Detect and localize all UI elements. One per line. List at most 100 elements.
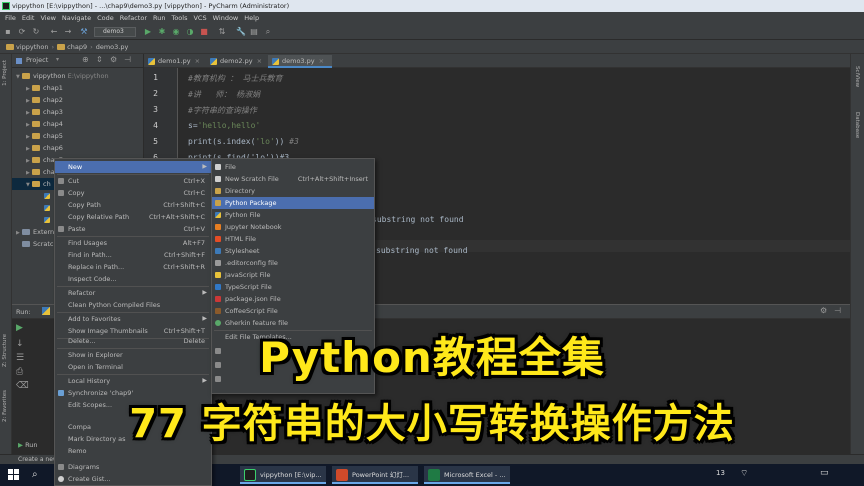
menu-item-copy[interactable]: Copy Ctrl+C xyxy=(55,187,211,199)
windows-start-icon[interactable] xyxy=(8,469,19,480)
breadcrumb-item-project[interactable]: vippython xyxy=(16,43,49,51)
run-icon[interactable]: ▶ xyxy=(144,28,152,36)
run-config-selector[interactable]: demo3 xyxy=(94,27,136,37)
tool-window-project[interactable]: 1: Project xyxy=(2,60,8,86)
structure-icon[interactable]: ▤ xyxy=(250,28,258,36)
breadcrumb-item-chap9[interactable]: chap9 xyxy=(67,43,87,51)
typescript-icon xyxy=(215,284,221,290)
submenu-item-python-file[interactable]: Python File xyxy=(212,209,374,221)
submenu-item-file[interactable]: File xyxy=(212,161,374,173)
tree-item-chap5[interactable]: ▶ chap5 xyxy=(12,130,144,142)
breadcrumb-item-file[interactable]: demo3.py xyxy=(96,43,129,51)
sync-icon[interactable]: ⟳ xyxy=(18,28,26,36)
menu-file[interactable]: File xyxy=(2,14,19,22)
debug-icon[interactable]: ✱ xyxy=(158,28,166,36)
menu-help[interactable]: Help xyxy=(241,14,262,22)
project-view-selector[interactable]: Project xyxy=(26,56,48,64)
menu-window[interactable]: Window xyxy=(210,14,242,22)
notification-icon[interactable]: ▭ xyxy=(820,468,829,478)
coverage-icon[interactable]: ◉ xyxy=(172,28,180,36)
menu-item-find-in-path[interactable]: Find in Path... Ctrl+Shift+F xyxy=(55,249,211,261)
tab-demo2[interactable]: demo2.py × xyxy=(206,55,270,68)
menu-view[interactable]: View xyxy=(37,14,58,22)
rerun-icon[interactable]: ▶ xyxy=(16,323,23,333)
menu-edit[interactable]: Edit xyxy=(19,14,38,22)
tab-demo3[interactable]: demo3.py × xyxy=(268,55,333,68)
menu-item-inspect-code[interactable]: Inspect Code... xyxy=(55,273,211,285)
close-icon[interactable]: × xyxy=(195,57,200,65)
submenu-item-scratch-file[interactable]: New Scratch File Ctrl+Alt+Shift+Insert xyxy=(212,173,374,185)
paste-icon xyxy=(58,226,64,232)
menu-navigate[interactable]: Navigate xyxy=(59,14,94,22)
submenu-item-python-package[interactable]: Python Package xyxy=(212,197,374,209)
menu-item-clean-compiled[interactable]: Clean Python Compiled Files xyxy=(55,299,211,311)
menu-vcs[interactable]: VCS xyxy=(190,14,209,22)
gear-icon[interactable]: ⚙ xyxy=(820,306,827,315)
profile-icon[interactable]: ◑ xyxy=(186,28,194,36)
submenu-item-stylesheet[interactable]: Stylesheet xyxy=(212,245,374,257)
stop-icon[interactable]: ■ xyxy=(200,28,208,36)
menu-item-copy-path[interactable]: Copy Path Ctrl+Shift+C xyxy=(55,199,211,211)
menu-code[interactable]: Code xyxy=(94,14,117,22)
search-icon[interactable]: ⌕ xyxy=(264,28,272,36)
tree-item-chap6[interactable]: ▶ chap6 xyxy=(12,142,144,154)
submenu-item-directory[interactable]: Directory xyxy=(212,185,374,197)
menu-item-find-usages[interactable]: Find Usages Alt+F7 xyxy=(55,237,211,249)
save-icon[interactable]: ▪ xyxy=(4,28,12,36)
menu-item-paste[interactable]: Paste Ctrl+V xyxy=(55,223,211,235)
submenu-item-package-json[interactable]: package.json File xyxy=(212,293,374,305)
submenu-item-coffeescript-file[interactable]: CoffeeScript File xyxy=(212,305,374,317)
close-icon[interactable]: × xyxy=(319,57,324,65)
submenu-item-jupyter-notebook[interactable]: Jupyter Notebook xyxy=(212,221,374,233)
hammer-icon[interactable]: ⚒ xyxy=(80,28,88,36)
taskbar-app-pycharm[interactable]: vippython [E:\vip... xyxy=(240,466,326,484)
menu-item-diagrams[interactable]: Diagrams xyxy=(55,461,211,473)
network-icon[interactable]: ⌔ xyxy=(740,468,748,479)
tool-window-sciview[interactable]: SciView xyxy=(854,66,860,87)
trash-icon[interactable]: ⌫ xyxy=(16,381,29,391)
tool-window-database[interactable]: Database xyxy=(854,112,860,138)
menu-tools[interactable]: Tools xyxy=(168,14,190,22)
vcs-icon[interactable]: ⇅ xyxy=(218,28,226,36)
menu-item-copy-relative-path[interactable]: Copy Relative Path Ctrl+Alt+Shift+C xyxy=(55,211,211,223)
tab-demo1[interactable]: demo1.py × xyxy=(144,55,208,68)
submenu-item-typescript-file[interactable]: TypeScript File xyxy=(212,281,374,293)
back-arrow-icon[interactable]: ← xyxy=(50,28,58,36)
forward-arrow-icon[interactable]: → xyxy=(64,28,72,36)
tree-item-chap4[interactable]: ▶ chap4 xyxy=(12,118,144,130)
submenu-item-editorconfig[interactable]: .editorconfig file xyxy=(212,257,374,269)
line-number: 4 xyxy=(153,121,158,130)
menu-item-replace-in-path[interactable]: Replace in Path... Ctrl+Shift+R xyxy=(55,261,211,273)
hide-icon[interactable]: ⊣ xyxy=(834,306,841,315)
tree-item-root[interactable]: ▼ vippython E:\vippython xyxy=(12,70,144,82)
collapse-icon[interactable]: ⇕ xyxy=(96,55,103,64)
diagram-icon xyxy=(58,464,64,470)
editorconfig-icon xyxy=(215,260,221,266)
menu-item-refactor[interactable]: Refactor ▶ xyxy=(55,287,211,299)
submenu-item-javascript-file[interactable]: JavaScript File xyxy=(212,269,374,281)
gear-icon[interactable]: ⚙ xyxy=(110,55,117,64)
close-icon[interactable]: × xyxy=(257,57,262,65)
refresh-icon[interactable]: ↻ xyxy=(32,28,40,36)
left-tool-strip: 1: Project Z: Structure 2: Favorites xyxy=(0,54,12,454)
hide-icon[interactable]: ⊣ xyxy=(124,55,131,64)
tree-item-chap3[interactable]: ▶ chap3 xyxy=(12,106,144,118)
wrench-icon[interactable]: 🔧 xyxy=(236,28,246,36)
submenu-item-gherkin-file[interactable]: Gherkin feature file xyxy=(212,317,374,329)
submenu-item-html-file[interactable]: HTML File xyxy=(212,233,374,245)
search-icon[interactable]: ⌕ xyxy=(32,469,38,480)
submenu-arrow-icon: ▶ xyxy=(202,289,207,296)
taskbar-app-excel[interactable]: Microsoft Excel - ... xyxy=(424,466,510,484)
menu-run[interactable]: Run xyxy=(150,14,168,22)
menu-item-synchronize[interactable]: Synchronize 'chap9' xyxy=(55,387,211,399)
menu-item-create-gist[interactable]: Create Gist... xyxy=(55,473,211,485)
menu-item-new[interactable]: New ▶ xyxy=(55,161,211,173)
locate-icon[interactable]: ⊕ xyxy=(82,55,89,64)
taskbar-app-powerpoint[interactable]: PowerPoint 幻灯... xyxy=(332,466,418,484)
menu-refactor[interactable]: Refactor xyxy=(117,14,150,22)
chevron-down-icon[interactable]: ▾ xyxy=(56,56,59,63)
menu-item-add-to-favorites[interactable]: Add to Favorites ▶ xyxy=(55,313,211,325)
tree-item-chap1[interactable]: ▶ chap1 xyxy=(12,82,144,94)
tree-item-chap2[interactable]: ▶ chap2 xyxy=(12,94,144,106)
menu-item-cut[interactable]: Cut Ctrl+X xyxy=(55,175,211,187)
